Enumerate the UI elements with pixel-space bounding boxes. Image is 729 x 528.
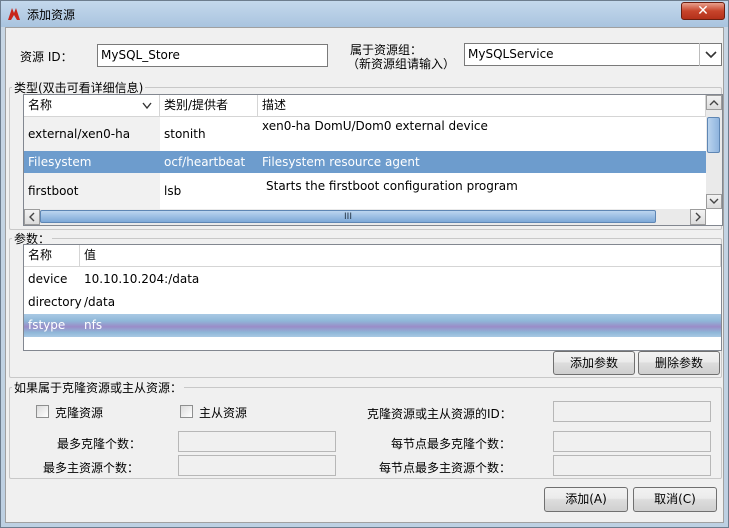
chevron-left-icon [29, 212, 35, 222]
types-col-description[interactable]: 描述 [258, 95, 706, 117]
scroll-right-button[interactable] [690, 209, 706, 225]
types-row[interactable]: firstboot lsb Starts the firstboot confi… [24, 173, 706, 209]
type-description: Starts the firstboot configuration progr… [266, 179, 518, 193]
scroll-left-button[interactable] [24, 209, 40, 225]
chevron-down-icon [709, 198, 719, 204]
dialog-window: 添加资源 ✕ 资源 ID： MySQL_Store 属于资源组： （新资源组请输… [0, 0, 729, 528]
per-node-masters-input[interactable] [553, 455, 711, 476]
type-provider: stonith [164, 127, 206, 141]
params-col-value[interactable]: 值 [80, 245, 721, 267]
types-row[interactable]: external/xen0-ha stonith xen0-ha DomU/Do… [24, 117, 706, 151]
clone-id-label: 克隆资源或主从资源的ID： [367, 407, 512, 421]
max-masters-label: 最多主资源个数： [43, 461, 140, 475]
resource-group-hint: （新资源组请输入） [347, 57, 456, 71]
type-name: external/xen0-ha [24, 117, 160, 151]
param-value: 10.10.10.204:/data [84, 272, 200, 286]
chevron-down-icon [705, 51, 717, 59]
per-node-clones-label: 每节点最多克隆个数： [391, 437, 512, 451]
h-scroll-thumb[interactable]: III [40, 210, 656, 223]
types-col-name[interactable]: 名称 [24, 95, 160, 117]
master-slave-checkbox-label: 主从资源 [199, 406, 248, 420]
params-row-selected[interactable]: fstype nfs [24, 314, 721, 337]
scroll-up-button[interactable] [706, 95, 722, 110]
add-button[interactable]: 添加(A) [544, 487, 628, 512]
type-description: Filesystem resource agent [262, 155, 420, 169]
types-vertical-scrollbar[interactable] [706, 95, 722, 209]
types-col-provider[interactable]: 类别/提供者 [160, 95, 258, 117]
clone-checkbox[interactable] [36, 405, 49, 418]
close-button[interactable]: ✕ [681, 2, 725, 20]
param-name: fstype [28, 318, 66, 332]
scroll-thumb[interactable] [707, 117, 720, 153]
clone-checkbox-label: 克隆资源 [55, 406, 104, 420]
title-bar[interactable]: 添加资源 ✕ [1, 1, 728, 27]
type-provider: ocf/heartbeat [164, 155, 246, 169]
resource-id-label: 资源 ID： [20, 50, 73, 64]
params-table: 名称 值 device 10.10.10.204:/data directory… [23, 244, 722, 351]
dialog-body: 资源 ID： MySQL_Store 属于资源组： （新资源组请输入） MySQ… [5, 27, 724, 523]
scroll-down-button[interactable] [706, 194, 722, 209]
close-icon: ✕ [697, 3, 709, 19]
app-logo-icon [8, 8, 20, 20]
type-name: firstboot [24, 173, 160, 209]
param-value: /data [84, 295, 116, 309]
clone-id-input[interactable] [553, 401, 711, 422]
types-row-selected[interactable]: Filesystem ocf/heartbeat Filesystem reso… [24, 151, 706, 173]
params-col-name[interactable]: 名称 [24, 245, 80, 267]
master-slave-checkbox[interactable] [180, 405, 193, 418]
per-node-masters-label: 每节点最多主资源个数： [379, 461, 512, 475]
resource-id-input[interactable]: MySQL_Store [97, 44, 328, 67]
window-title: 添加资源 [27, 8, 76, 22]
clone-group-title: 如果属于克隆资源或主从资源： [12, 379, 185, 396]
params-row[interactable]: directory /data [24, 291, 721, 314]
params-row[interactable]: device 10.10.10.204:/data [24, 268, 721, 291]
per-node-clones-input[interactable] [553, 431, 711, 452]
types-table: 名称 类别/提供者 描述 external/xen0-ha stonith xe… [23, 94, 723, 226]
type-description: xen0-ha DomU/Dom0 external device [262, 119, 488, 133]
max-clones-input[interactable] [178, 431, 336, 452]
types-horizontal-scrollbar[interactable]: III [24, 209, 706, 225]
chevron-up-icon [709, 100, 719, 106]
chevron-right-icon [695, 212, 701, 222]
max-clones-label: 最多克隆个数： [57, 437, 142, 451]
param-name: device [28, 272, 68, 286]
type-provider: lsb [164, 184, 182, 198]
cancel-button[interactable]: 取消(C) [633, 487, 717, 512]
max-masters-input[interactable] [178, 455, 336, 476]
param-name: directory [28, 295, 82, 309]
sort-chevron-icon [142, 102, 152, 110]
resource-group-combo[interactable]: MySQLService [464, 43, 722, 66]
resource-group-dropdown-button[interactable] [699, 43, 721, 66]
type-name: Filesystem [28, 155, 92, 169]
param-value: nfs [84, 318, 103, 332]
add-param-button[interactable]: 添加参数 [553, 351, 635, 375]
delete-param-button[interactable]: 删除参数 [638, 351, 720, 375]
resource-group-value: MySQLService [468, 47, 554, 61]
